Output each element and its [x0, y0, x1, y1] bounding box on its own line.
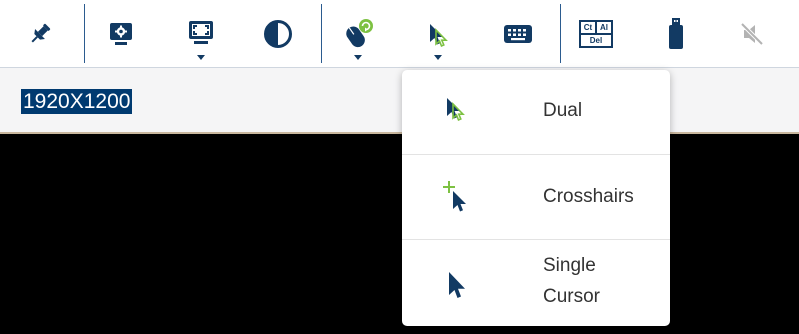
fullscreen-monitor-icon: [189, 20, 213, 44]
alt-key: Al: [597, 21, 611, 33]
toolbar-separator: [84, 4, 85, 63]
menu-item-crosshairs[interactable]: Crosshairs: [402, 155, 670, 239]
cursor-mode-button[interactable]: [408, 0, 468, 67]
monitor-gear-icon: [110, 22, 132, 45]
ctrl-alt-del-button[interactable]: Ct Al Del: [566, 0, 626, 67]
menu-item-single-cursor[interactable]: Single Cursor: [402, 240, 670, 326]
menu-item-label-line2: Cursor: [543, 286, 601, 307]
menu-item-dual[interactable]: Dual: [402, 70, 670, 154]
contrast-icon: [264, 19, 292, 48]
menu-item-label-line1: Single: [543, 255, 596, 276]
mute-button[interactable]: [722, 0, 782, 67]
usb-icon: [669, 17, 683, 49]
fullscreen-button[interactable]: [171, 0, 231, 67]
resolution-bar: 1920X1200: [0, 68, 799, 134]
single-cursor-icon: [449, 272, 465, 298]
crosshairs-cursor-icon: [443, 181, 466, 212]
ctrl-alt-del-icon: Ct Al Del: [579, 19, 613, 48]
cursor-icon: [430, 23, 448, 47]
mouse-sync-icon: [346, 18, 373, 47]
display-settings-button[interactable]: [91, 0, 151, 67]
chevron-down-icon: [354, 55, 362, 60]
contrast-button[interactable]: [248, 0, 308, 67]
chevron-down-icon: [197, 55, 205, 60]
mouse-sync-button[interactable]: [328, 0, 388, 67]
dual-cursor-icon: [447, 98, 465, 122]
del-key: Del: [581, 34, 611, 46]
menu-item-label: Dual: [543, 100, 583, 121]
pin-button[interactable]: [10, 0, 70, 67]
mute-icon: [740, 22, 764, 45]
toolbar: Ct Al Del: [0, 0, 799, 68]
toolbar-separator: [321, 4, 322, 63]
toolbar-separator: [560, 4, 561, 63]
menu-item-label: Crosshairs: [543, 186, 634, 207]
resolution-label: 1920X1200: [21, 89, 133, 114]
usb-button[interactable]: [646, 0, 706, 67]
remote-screen[interactable]: [0, 134, 799, 334]
pin-icon: [31, 23, 51, 42]
cursor-mode-menu: Dual Crosshairs Single Cursor: [402, 70, 670, 326]
ctrl-key: Ct: [581, 21, 595, 33]
chevron-down-icon: [434, 55, 442, 60]
keyboard-button[interactable]: [488, 0, 548, 67]
keyboard-icon: [504, 24, 532, 43]
